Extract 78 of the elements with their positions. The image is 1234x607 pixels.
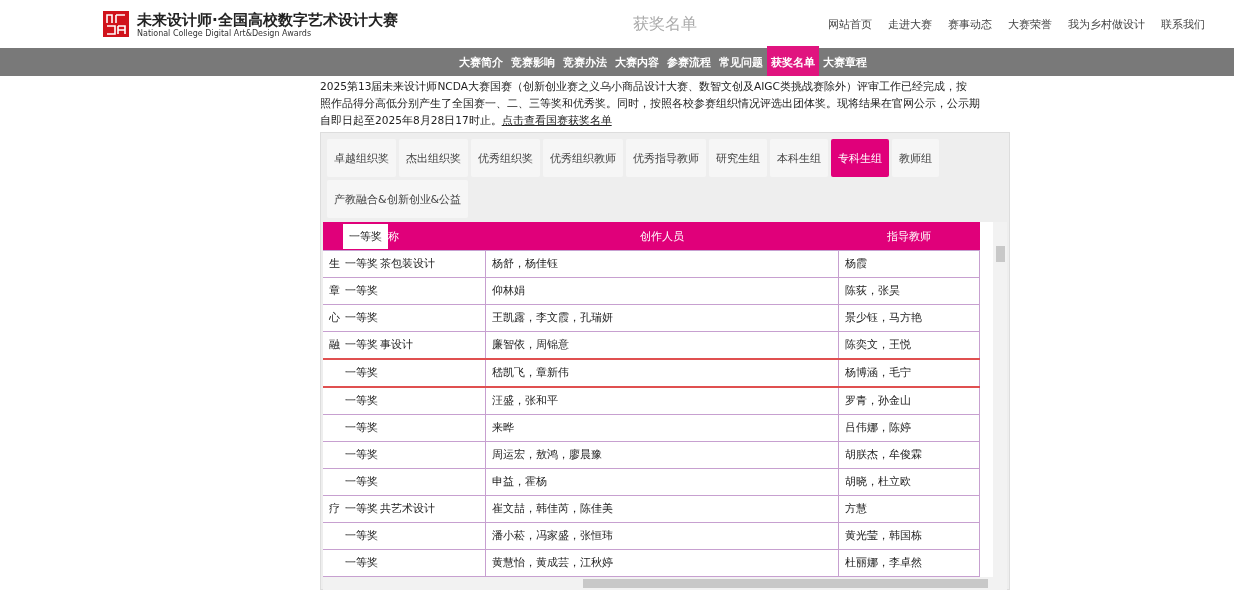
- table-cell: 胡朕杰，牟俊霖: [838, 441, 980, 469]
- category-tab[interactable]: 杰出组织奖: [399, 139, 468, 177]
- cell-fragment: 融: [329, 337, 341, 352]
- nav-link[interactable]: 大赛荣誉: [1008, 16, 1052, 32]
- sub-nav-tab[interactable]: 参赛流程: [663, 52, 715, 76]
- sub-nav-tab[interactable]: 获奖名单: [767, 46, 819, 76]
- cell-fragment: 章: [329, 283, 341, 298]
- table-cell: 方慧: [838, 495, 980, 523]
- category-tab[interactable]: 卓越组织奖: [327, 139, 396, 177]
- intro-paragraph: 2025第13届未来设计师NCDA大赛国赛（创新创业赛之义乌小商品设计大赛、数智文创及AIGC类挑战赛除外）评审工作已经完成，按 照作品得分高低分别产生了全国赛一、二、三等奖和优秀奖。同时，按照各校参赛组织情况评选出团体奖。现将结果在官网公示，公示期 自即日起至2025年8月28日17时止。点击查看国赛获奖名单: [320, 79, 981, 128]
- table-cell: 潘小菘，冯家盛，张恒玮: [485, 522, 839, 550]
- column-header: 创作人员: [485, 222, 839, 251]
- cell-fragment: 疗: [329, 501, 341, 516]
- award-cell: 一等奖: [345, 310, 378, 324]
- frozen-header-cell: 一等奖: [343, 223, 388, 249]
- award-cell: 一等奖: [345, 555, 378, 569]
- page-title: 获奖名单: [633, 13, 698, 35]
- table-cell: 申益，霍杨: [485, 468, 839, 496]
- award-cell: 一等奖: [345, 501, 378, 515]
- table-cell: 仰林娟: [485, 277, 839, 305]
- table-cell: 杜丽娜，李卓然: [838, 549, 980, 577]
- results-link[interactable]: 点击查看国赛获奖名单: [501, 114, 612, 126]
- nav-link[interactable]: 联系我们: [1161, 16, 1205, 32]
- vertical-scrollbar[interactable]: [993, 222, 1007, 577]
- table-cell: 罗青，孙金山: [838, 387, 980, 415]
- cell-fragment: 生: [329, 257, 341, 271]
- table-cell: 王凯露，李文霞，孔瑞妍: [485, 304, 839, 332]
- award-cell: 一等奖: [345, 337, 378, 351]
- site-subtitle: National College Digital Art&Design Awards: [137, 28, 313, 38]
- sub-nav-tab[interactable]: 竞赛影响: [507, 52, 559, 76]
- table-cell: 景少钰，马方艳: [838, 304, 980, 332]
- category-tab[interactable]: 教师组: [892, 139, 939, 177]
- cell-fragment: 共艺术设计: [380, 501, 435, 515]
- table-cell: 胡晓，杜立欧: [838, 468, 980, 496]
- table-cell: 崔文喆，韩佳芮，陈佳美: [485, 495, 839, 523]
- table-cell: 来晔: [485, 414, 839, 442]
- award-cell: 一等奖: [345, 283, 378, 297]
- nav-link[interactable]: 我为乡村做设计: [1068, 16, 1145, 32]
- award-cell: 一等奖: [345, 421, 378, 435]
- table-cell: 黄慧怡，黄成芸，江秋婷: [485, 549, 839, 577]
- nav-link[interactable]: 走进大赛: [888, 16, 932, 32]
- nav-link[interactable]: 网站首页: [828, 16, 872, 32]
- category-tab[interactable]: 优秀组织教师: [543, 139, 623, 177]
- table-cell: 陈荻，张昊: [838, 277, 980, 305]
- award-cell: 一等奖: [345, 366, 378, 379]
- sub-nav-tab[interactable]: 大赛章程: [819, 52, 871, 76]
- column-header: 指导教师: [838, 222, 980, 251]
- sub-nav-tab[interactable]: 竞赛办法: [559, 52, 611, 76]
- award-cell: 一等奖: [345, 257, 378, 270]
- table-cell: 杨舒，杨佳钰: [485, 250, 839, 278]
- nav-link[interactable]: 赛事动态: [948, 16, 992, 32]
- horizontal-scrollbar[interactable]: [323, 577, 1007, 590]
- award-cell: 一等奖: [345, 528, 378, 542]
- category-tab[interactable]: 优秀指导教师: [626, 139, 706, 177]
- table-cell: 杨霞: [838, 250, 980, 278]
- category-tab[interactable]: 优秀组织奖: [471, 139, 540, 177]
- cell-fragment: 茶包装设计: [380, 257, 435, 270]
- category-tab[interactable]: 产教融合&创新创业&公益: [327, 180, 469, 218]
- logo-icon: [103, 11, 129, 37]
- table-cell: 周运宏，敖鸿，廖晨豫: [485, 441, 839, 469]
- sub-nav-tab[interactable]: 大赛内容: [611, 52, 663, 76]
- category-tab[interactable]: 本科生组: [770, 139, 828, 177]
- cell-fragment: 事设计: [380, 337, 413, 351]
- table-cell: 嵇凯飞，章新伟: [485, 358, 839, 388]
- cell-fragment: 心: [329, 310, 341, 325]
- award-cell: 一等奖: [345, 394, 378, 408]
- category-tab[interactable]: 研究生组: [709, 139, 767, 177]
- sub-nav-tab[interactable]: 大赛简介: [455, 52, 507, 76]
- table-cell: 杨博涵，毛宁: [838, 358, 980, 388]
- award-cell: 一等奖: [345, 448, 378, 461]
- category-tab[interactable]: 专科生组: [831, 139, 889, 177]
- header-text: 称: [388, 229, 399, 243]
- table-cell: 黄光莹，韩国栋: [838, 522, 980, 550]
- site-title: 未来设计师·全国高校数字艺术设计大赛: [137, 10, 398, 29]
- sub-nav-tab[interactable]: 常见问题: [715, 52, 767, 76]
- table-cell: 汪盛，张和平: [485, 387, 839, 415]
- table-cell: 吕伟娜，陈婷: [838, 414, 980, 442]
- award-cell: 一等奖: [345, 475, 378, 488]
